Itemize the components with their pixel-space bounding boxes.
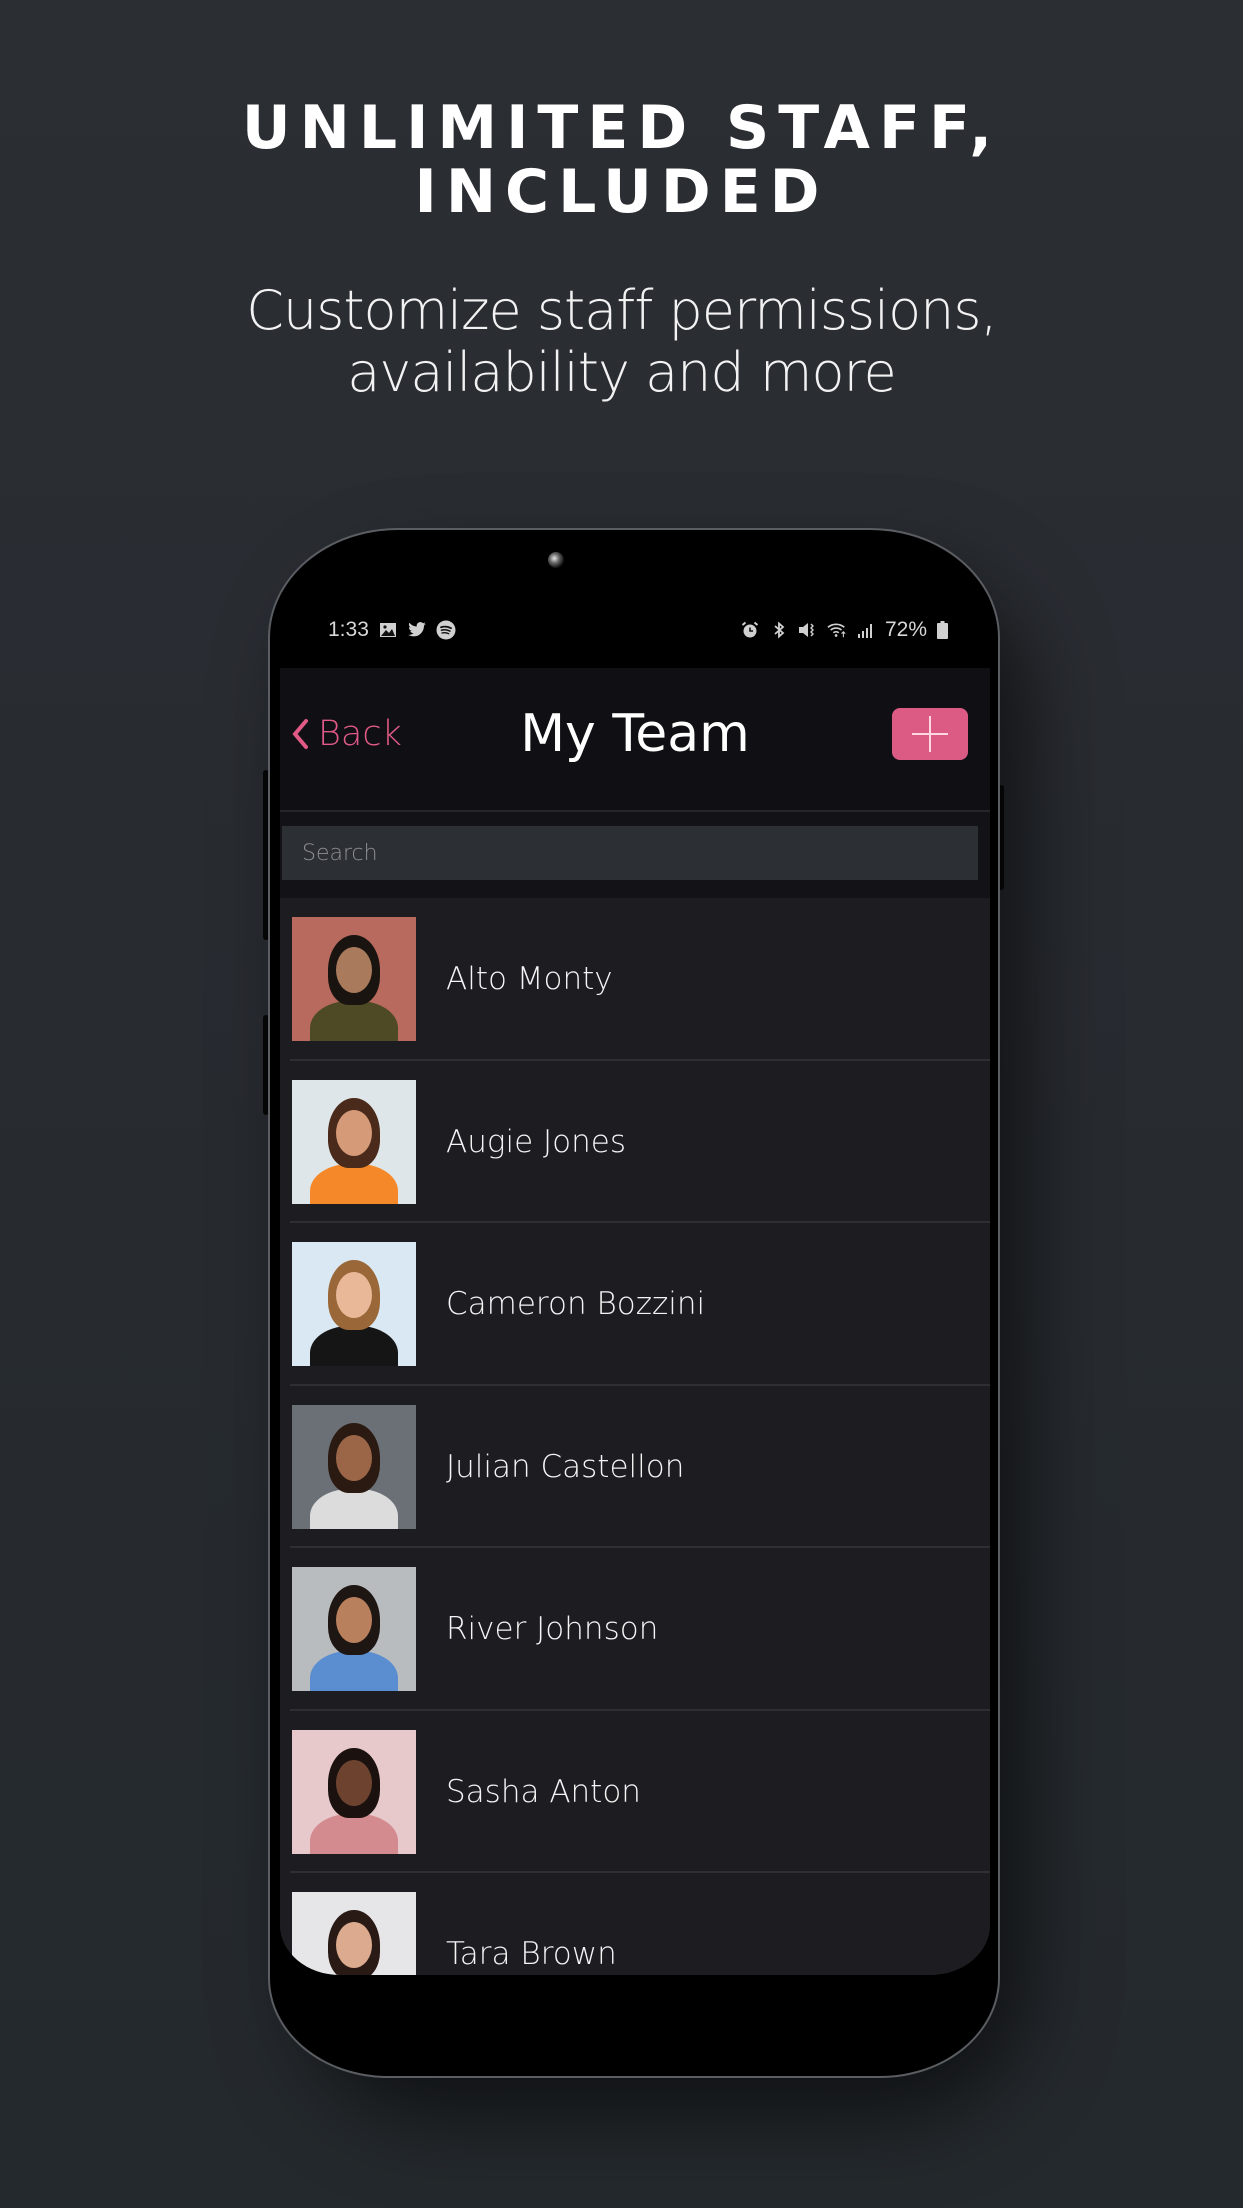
plus-icon bbox=[912, 716, 948, 752]
team-member-row[interactable]: Sasha Anton bbox=[280, 1711, 990, 1874]
avatar bbox=[292, 1729, 416, 1854]
avatar-head bbox=[336, 1434, 372, 1481]
team-member-row[interactable]: River Johnson bbox=[280, 1548, 990, 1711]
team-list: Alto Monty Augie Jones Cameron Bozzini J… bbox=[280, 898, 990, 1975]
team-member-row[interactable]: Tara Brown bbox=[280, 1873, 990, 1975]
avatar-body bbox=[310, 1163, 398, 1204]
team-member-name: Tara Brown bbox=[446, 1936, 617, 1973]
team-member-row[interactable]: Julian Castellon bbox=[280, 1386, 990, 1549]
add-staff-button[interactable] bbox=[892, 708, 968, 760]
avatar-head bbox=[336, 1922, 372, 1969]
avatar-head bbox=[336, 1272, 372, 1319]
avatar bbox=[292, 1079, 416, 1204]
team-member-name: Cameron Bozzini bbox=[446, 1286, 706, 1323]
battery-icon bbox=[936, 620, 948, 640]
front-camera bbox=[548, 552, 564, 568]
avatar bbox=[292, 917, 416, 1042]
gallery-icon bbox=[378, 620, 398, 640]
avatar bbox=[292, 1567, 416, 1692]
avatar-body bbox=[310, 1488, 398, 1529]
team-member-name: Sasha Anton bbox=[446, 1773, 641, 1810]
vibrate-mute-icon bbox=[798, 620, 818, 640]
team-member-row[interactable]: Alto Monty bbox=[280, 898, 990, 1061]
team-member-name: Julian Castellon bbox=[446, 1448, 685, 1485]
avatar-body bbox=[310, 1813, 398, 1854]
status-time: 1:33 bbox=[328, 618, 369, 641]
subline-line-1: Customize staff permissions, bbox=[246, 279, 997, 342]
team-member-row[interactable]: Augie Jones bbox=[280, 1061, 990, 1224]
subline-line-2: availability and more bbox=[347, 341, 896, 404]
avatar-head bbox=[336, 1597, 372, 1644]
twitter-icon bbox=[407, 620, 427, 640]
bluetooth-icon bbox=[769, 620, 789, 640]
avatar-body bbox=[310, 1651, 398, 1692]
avatar-head bbox=[336, 947, 372, 994]
wifi-icon bbox=[827, 620, 847, 640]
page-title: My Team bbox=[520, 704, 750, 764]
team-member-name: River Johnson bbox=[446, 1611, 659, 1648]
battery-percent: 72% bbox=[884, 618, 927, 641]
avatar-body bbox=[310, 1326, 398, 1367]
signal-icon bbox=[856, 620, 876, 640]
avatar-head bbox=[336, 1109, 372, 1156]
headline-line-1: UNLIMITED STAFF, bbox=[241, 93, 1002, 163]
headline-line-2: INCLUDED bbox=[414, 157, 829, 227]
promo-headline: UNLIMITED STAFF, INCLUDED bbox=[0, 96, 1243, 224]
alarm-icon bbox=[740, 620, 760, 640]
spotify-icon bbox=[436, 620, 456, 640]
status-bar: 1:33 72% bbox=[280, 592, 990, 668]
avatar-body bbox=[310, 1001, 398, 1042]
nav-bar: Back My Team bbox=[280, 668, 990, 812]
phone-screen: 1:33 72% Back My Team Search Alto Monty … bbox=[280, 592, 990, 1975]
avatar-head bbox=[336, 1759, 372, 1806]
avatar bbox=[292, 1892, 416, 1975]
team-member-name: Augie Jones bbox=[446, 1123, 626, 1160]
phone-frame: 1:33 72% Back My Team Search Alto Monty … bbox=[268, 528, 1000, 2078]
search-input[interactable] bbox=[282, 826, 978, 880]
team-member-name: Alto Monty bbox=[446, 961, 613, 998]
avatar bbox=[292, 1242, 416, 1367]
team-member-row[interactable]: Cameron Bozzini bbox=[280, 1223, 990, 1386]
promo-subline: Customize staff permissions, availabilit… bbox=[0, 280, 1243, 404]
search-container bbox=[280, 812, 990, 898]
avatar bbox=[292, 1404, 416, 1529]
